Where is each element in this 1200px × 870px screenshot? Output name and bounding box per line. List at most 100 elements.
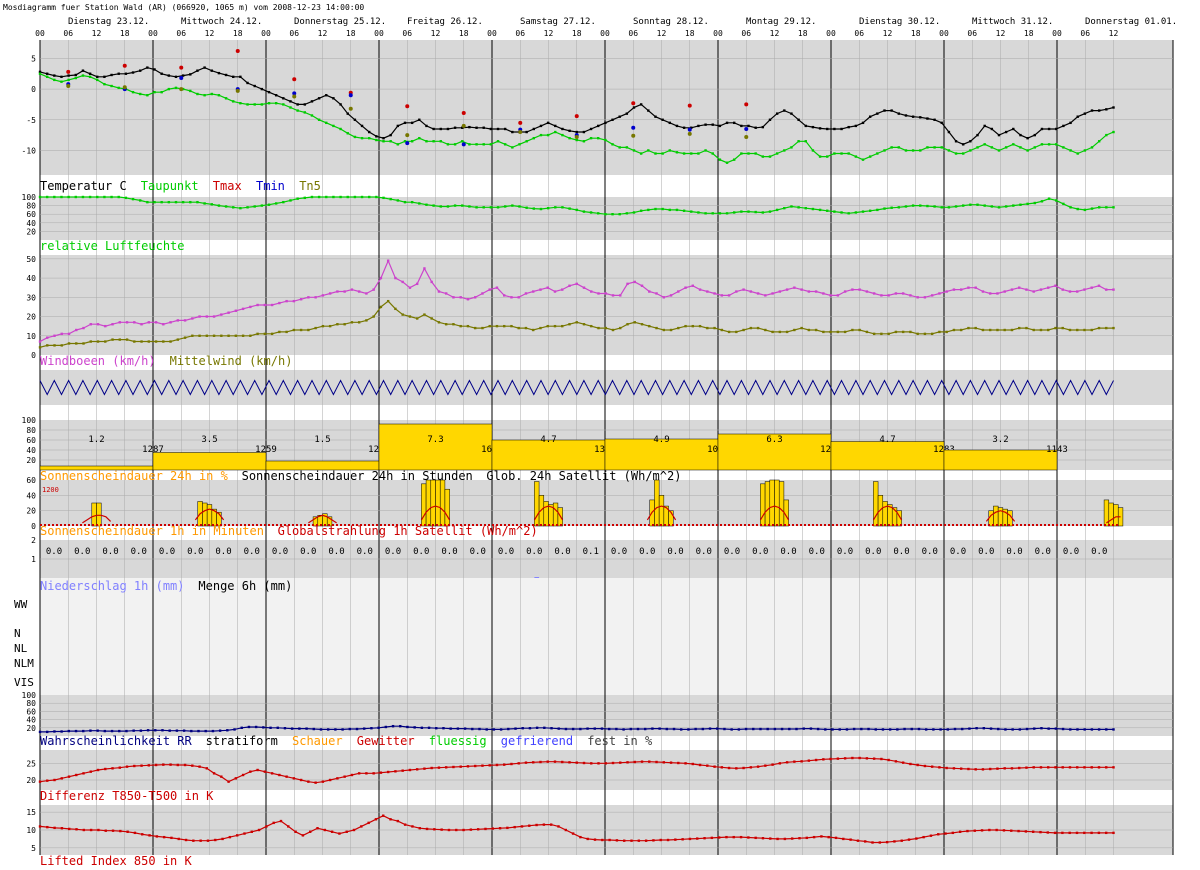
meanwind-point	[191, 334, 194, 337]
meanwind-point	[118, 338, 121, 341]
legend-probability-item: stratiform	[206, 734, 278, 748]
precip-6h-label: 0.0	[300, 547, 316, 557]
temperature-point	[954, 140, 958, 143]
prob-stratiform-point	[968, 727, 971, 730]
lifted-point	[199, 839, 202, 842]
dewpoint-point	[110, 84, 113, 88]
dewpoint-point	[969, 149, 972, 152]
prob-stratiform-point	[543, 726, 546, 729]
humidity-point	[919, 204, 922, 207]
prob-stratiform-point	[737, 728, 741, 731]
gusts-point	[865, 290, 869, 293]
prob-stratiform-point	[240, 726, 243, 729]
temperature-point	[224, 73, 228, 77]
dewpoint-point	[274, 102, 278, 105]
gusts-point	[176, 319, 180, 322]
diff-point	[887, 758, 890, 762]
humidity-point	[239, 206, 242, 210]
legend-humidity-item: relative Luftfeuchte	[40, 239, 185, 253]
tmax-marker	[292, 77, 297, 82]
hour-tick-label: 18	[798, 29, 808, 38]
gusts-point	[46, 336, 49, 339]
legend-lifted-item: Lifted Index 850 in K	[40, 854, 192, 868]
legend-wind-item: Windboeen (km/h)	[40, 354, 156, 368]
dewpoint-point	[296, 109, 299, 112]
humidity-point	[647, 208, 650, 212]
lifted-point	[783, 837, 787, 841]
diagram-title: Mosdiagramm fuer Station Wald (AR) (0669…	[3, 3, 364, 12]
prob-stratiform-point	[449, 727, 452, 730]
humidity-point	[325, 195, 328, 199]
row-label-nl: NL	[14, 642, 28, 655]
dewpoint-point	[525, 140, 528, 143]
tn5-marker	[518, 130, 523, 135]
y-tick-label: 40	[26, 491, 36, 500]
temperature-point	[897, 112, 900, 115]
temperature-point	[1069, 121, 1072, 125]
dewpoint-point	[160, 90, 163, 94]
humidity-point	[511, 204, 514, 207]
gusts-point	[880, 294, 883, 297]
lifted-point	[243, 832, 246, 835]
diff-point	[814, 758, 818, 762]
gusts-point	[959, 288, 963, 291]
diff-point	[350, 773, 354, 777]
dewpoint-point	[389, 140, 392, 143]
gusts-point	[183, 319, 187, 322]
sunshine1-bar	[1108, 502, 1114, 527]
meanwind-point	[836, 330, 840, 334]
meanwind-point	[698, 324, 702, 328]
lifted-point	[133, 831, 137, 835]
prob-stratiform-point	[53, 730, 56, 733]
diff-point	[488, 764, 491, 767]
temperature-point	[732, 121, 736, 125]
lifted-point	[1075, 831, 1079, 835]
temperature-point	[840, 127, 843, 131]
humidity-point	[575, 208, 578, 212]
diff-point	[89, 770, 92, 773]
hour-tick-label: 00	[939, 29, 949, 38]
gusts-point	[307, 296, 310, 299]
diff-point	[1090, 766, 1093, 769]
humidity-point	[532, 207, 536, 210]
temperature-point	[88, 72, 92, 75]
prob-stratiform-point	[471, 727, 474, 731]
diff-point	[568, 761, 571, 764]
humidity-point	[96, 195, 99, 199]
sunshine1-bar	[96, 502, 102, 527]
lifted-point	[338, 832, 341, 835]
lifted-point	[732, 835, 735, 839]
humidity-point	[561, 206, 564, 209]
temperature-point	[1076, 115, 1079, 118]
humidity-point	[568, 207, 571, 210]
meanwind-point	[648, 324, 651, 328]
diff-point	[299, 778, 303, 782]
sunshine24-hours-label: 4.7	[540, 435, 556, 445]
lifted-point	[476, 828, 480, 831]
dewpoint-point	[196, 92, 199, 96]
diff-point	[865, 757, 869, 760]
dewpoint-point	[711, 152, 714, 155]
precip-hourly-bar	[534, 577, 540, 578]
meanwind-point	[662, 328, 665, 332]
diff-point	[227, 780, 230, 783]
prob-stratiform-point	[961, 727, 964, 731]
prob-stratiform-point	[391, 724, 395, 728]
prob-stratiform-point	[276, 726, 279, 729]
diff-point	[626, 761, 629, 764]
meanwind-point	[640, 323, 644, 326]
meanwind-point	[162, 340, 165, 343]
sunshine1-bar	[543, 501, 549, 527]
humidity-point	[1040, 200, 1044, 203]
row-label-nlm: NLM	[14, 657, 34, 670]
diff-point	[988, 767, 992, 771]
gusts-point	[575, 282, 578, 286]
prob-stratiform-point	[550, 727, 553, 730]
dewpoint-point	[461, 140, 464, 143]
lifted-point	[856, 839, 860, 842]
gusts-point	[967, 286, 970, 289]
lifted-point	[747, 836, 750, 839]
sunshine1-bar	[1113, 504, 1119, 527]
dewpoint-point	[353, 135, 357, 139]
humidity-point	[682, 209, 686, 212]
